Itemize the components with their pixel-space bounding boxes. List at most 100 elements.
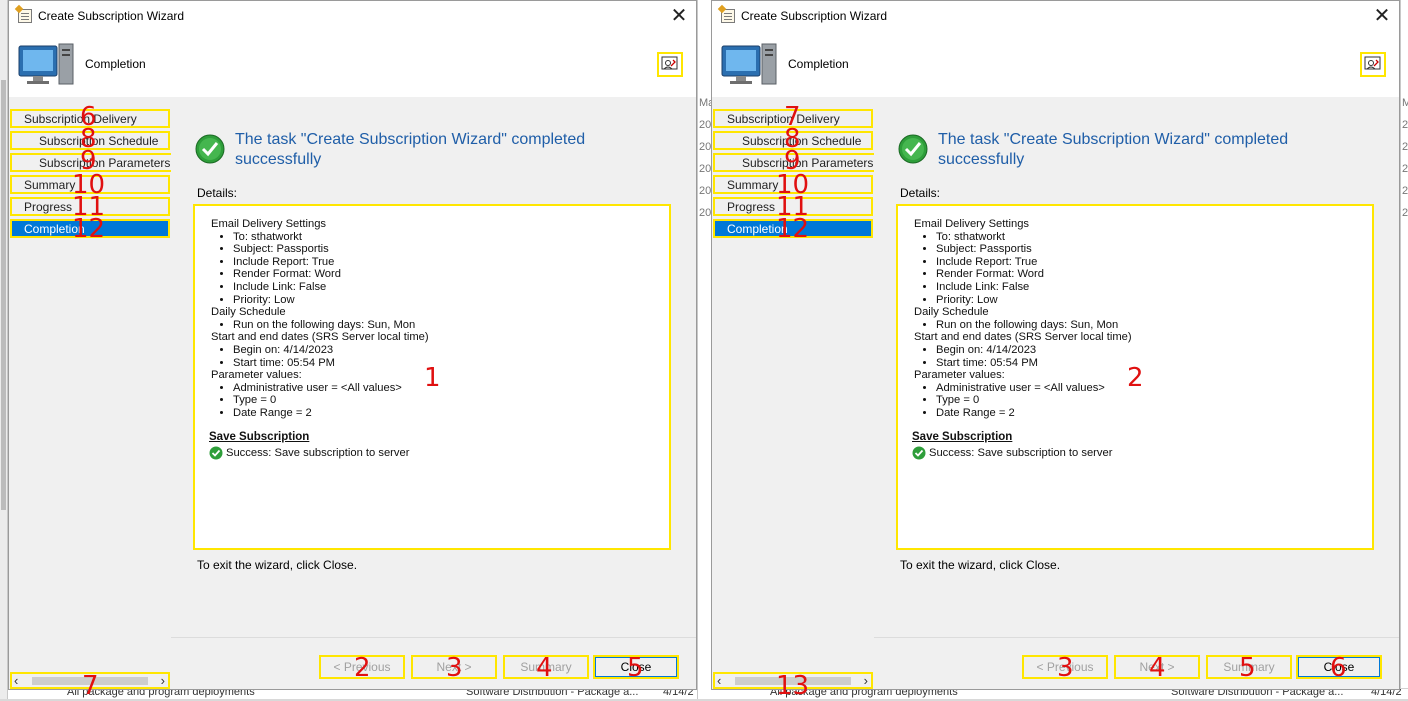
nav-subscription-schedule[interactable]: Subscription Schedule xyxy=(713,131,873,150)
scroll-track[interactable] xyxy=(735,677,851,685)
scroll-track[interactable] xyxy=(32,677,148,685)
previous-button[interactable]: < Previous xyxy=(319,655,405,679)
nav-subscription-parameters[interactable]: Subscription Parameters xyxy=(10,153,179,172)
details-item: Run on the following days: Sun, Mon xyxy=(936,319,1372,332)
success-message: The task "Create Subscription Wizard" co… xyxy=(938,131,1289,168)
details-item: Administrative user = <All values> xyxy=(233,382,669,395)
background-scrollbar[interactable] xyxy=(0,0,8,699)
close-button[interactable]: Close xyxy=(593,655,679,679)
close-button[interactable]: Close xyxy=(1296,655,1382,679)
nav-completion[interactable]: Completion xyxy=(10,219,170,238)
details-list: To: sthatworkt Subject: Passportis Inclu… xyxy=(211,231,669,307)
computer-icon xyxy=(721,43,777,85)
details-item: Subject: Passportis xyxy=(936,243,1372,256)
close-icon[interactable]: ✕ xyxy=(1371,3,1393,29)
next-button[interactable]: Next > xyxy=(1114,655,1200,679)
exit-note: To exit the wizard, click Close. xyxy=(900,558,1061,572)
save-result-text: Success: Save subscription to server xyxy=(929,446,1113,459)
scroll-left-icon[interactable]: ‹ xyxy=(14,673,18,688)
details-item: Render Format: Word xyxy=(936,268,1372,281)
success-check-icon xyxy=(209,446,223,460)
details-group-title: Daily Schedule xyxy=(914,306,989,319)
background-list-text: Ma xyxy=(1402,97,1408,109)
details-item: Include Report: True xyxy=(936,256,1372,269)
scroll-left-icon[interactable]: ‹ xyxy=(717,673,721,688)
wizard-window: Create Subscription Wizard ✕ Completion … xyxy=(711,0,1400,690)
exit-note: To exit the wizard, click Close. xyxy=(197,558,358,572)
wizard-main: The task "Create Subscription Wizard" co… xyxy=(874,97,1399,689)
details-item: Type = 0 xyxy=(936,394,1372,407)
footer-divider xyxy=(874,637,1399,638)
details-box: Email Delivery Settings To: sthatworkt S… xyxy=(896,204,1374,550)
footer-divider xyxy=(171,637,696,638)
details-list: Run on the following days: Sun, Mon xyxy=(211,319,669,332)
details-item: Run on the following days: Sun, Mon xyxy=(233,319,669,332)
success-message: The task "Create Subscription Wizard" co… xyxy=(235,131,586,168)
check-circle-icon xyxy=(195,134,225,164)
nav-summary[interactable]: Summary xyxy=(713,175,873,194)
nav-horizontal-scrollbar[interactable]: ‹ › xyxy=(713,672,873,689)
nav-progress[interactable]: Progress xyxy=(713,197,873,216)
nav-summary[interactable]: Summary xyxy=(10,175,170,194)
summary-button[interactable]: Summary xyxy=(503,655,589,679)
wizard-nav: Subscription Delivery Subscription Sched… xyxy=(712,97,882,689)
details-item: Begin on: 4/14/2023 xyxy=(936,344,1372,357)
title-bar: Create Subscription Wizard ✕ xyxy=(9,1,696,31)
details-item: Start time: 05:54 PM xyxy=(936,357,1372,370)
details-item: Date Range = 2 xyxy=(233,407,669,420)
details-item: Type = 0 xyxy=(233,394,669,407)
background-list-strip: Ma 20 20 20 20 20 xyxy=(1400,0,1408,699)
background-list-text: 20 xyxy=(1402,163,1408,175)
nav-completion[interactable]: Completion xyxy=(713,219,873,238)
details-item: Priority: Low xyxy=(936,294,1372,307)
details-list: Begin on: 4/14/2023 Start time: 05:54 PM xyxy=(914,344,1372,369)
details-item: Include Report: True xyxy=(233,256,669,269)
help-icon[interactable] xyxy=(657,52,683,77)
details-item: Include Link: False xyxy=(936,281,1372,294)
next-button[interactable]: Next > xyxy=(411,655,497,679)
window-title: Create Subscription Wizard xyxy=(38,9,185,23)
nav-subscription-parameters[interactable]: Subscription Parameters xyxy=(713,153,882,172)
check-circle-icon xyxy=(898,134,928,164)
page-heading: Completion xyxy=(85,57,146,71)
nav-subscription-schedule[interactable]: Subscription Schedule xyxy=(10,131,170,150)
help-icon[interactable] xyxy=(1360,52,1386,77)
details-group-title: Start and end dates (SRS Server local ti… xyxy=(914,331,1132,344)
scroll-right-icon[interactable]: › xyxy=(864,673,868,688)
details-item: Include Link: False xyxy=(233,281,669,294)
background-list-text: 20 xyxy=(1402,185,1408,197)
wizard-header: Completion xyxy=(712,31,1399,97)
details-item: Begin on: 4/14/2023 xyxy=(233,344,669,357)
details-group-title: Start and end dates (SRS Server local ti… xyxy=(211,331,429,344)
details-item: To: sthatworkt xyxy=(936,231,1372,244)
details-label: Details: xyxy=(197,186,238,200)
details-group-title: Daily Schedule xyxy=(211,306,286,319)
success-check-icon xyxy=(912,446,926,460)
page-heading: Completion xyxy=(788,57,849,71)
details-group-title: Parameter values: xyxy=(211,369,302,382)
details-item: Priority: Low xyxy=(233,294,669,307)
details-item: Subject: Passportis xyxy=(233,243,669,256)
summary-button[interactable]: Summary xyxy=(1206,655,1292,679)
nav-subscription-delivery[interactable]: Subscription Delivery xyxy=(10,109,170,128)
background-scroll-thumb[interactable] xyxy=(1,80,6,510)
details-group-title: Email Delivery Settings xyxy=(914,218,1030,230)
details-list: To: sthatworkt Subject: Passportis Inclu… xyxy=(914,231,1372,307)
scroll-right-icon[interactable]: › xyxy=(161,673,165,688)
details-box: Email Delivery Settings To: sthatworkt S… xyxy=(193,204,671,550)
save-subscription-title: Save Subscription xyxy=(912,430,1013,443)
background-list-strip: Ma 20 20 20 20 20 xyxy=(697,0,713,699)
background-list-text: 20 xyxy=(1402,141,1408,153)
wizard-main: The task "Create Subscription Wizard" co… xyxy=(171,97,696,689)
details-item: To: sthatworkt xyxy=(233,231,669,244)
nav-progress[interactable]: Progress xyxy=(10,197,170,216)
save-result-text: Success: Save subscription to server xyxy=(226,446,410,459)
previous-button[interactable]: < Previous xyxy=(1022,655,1108,679)
close-icon[interactable]: ✕ xyxy=(668,3,690,29)
nav-horizontal-scrollbar[interactable]: ‹ › xyxy=(10,672,170,689)
details-group-title: Email Delivery Settings xyxy=(211,218,327,230)
background-list-text: 20 xyxy=(1402,119,1408,131)
nav-subscription-delivery[interactable]: Subscription Delivery xyxy=(713,109,873,128)
details-list: Begin on: 4/14/2023 Start time: 05:54 PM xyxy=(211,344,669,369)
details-list: Run on the following days: Sun, Mon xyxy=(914,319,1372,332)
